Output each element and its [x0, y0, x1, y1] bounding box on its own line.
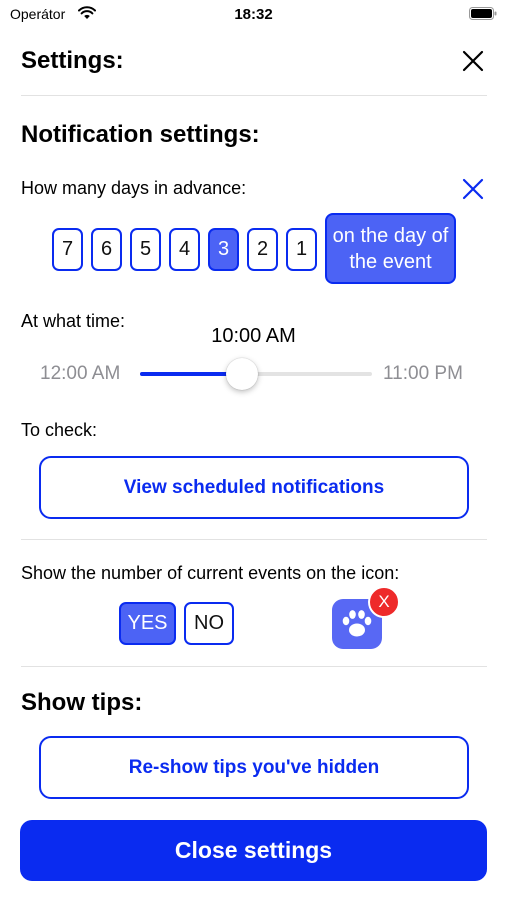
divider	[21, 666, 487, 667]
on-the-day-button[interactable]: on the day of the event	[325, 213, 456, 284]
notification-settings-heading: Notification settings:	[21, 121, 260, 148]
time-value: 10:00 AM	[211, 325, 296, 347]
day-option-5[interactable]: 5	[130, 228, 161, 271]
divider	[21, 539, 487, 540]
clear-days-icon[interactable]	[460, 176, 486, 202]
close-icon[interactable]	[458, 46, 488, 76]
status-time: 18:32	[234, 6, 273, 23]
close-settings-button[interactable]: Close settings	[20, 820, 487, 881]
battery-icon	[469, 7, 497, 20]
reshow-tips-button[interactable]: Re-show tips you've hidden	[39, 736, 469, 799]
day-option-4[interactable]: 4	[169, 228, 200, 271]
no-toggle[interactable]: NO	[184, 602, 234, 645]
page-title: Settings:	[21, 47, 124, 74]
days-advance-label: How many days in advance:	[21, 178, 247, 198]
day-option-6[interactable]: 6	[91, 228, 122, 271]
time-max-label: 11:00 PM	[383, 363, 463, 384]
slider-thumb[interactable]	[226, 358, 259, 390]
status-bar: Operátor 18:32	[0, 0, 507, 30]
badge-close-icon[interactable]: X	[368, 586, 400, 618]
day-option-7[interactable]: 7	[52, 228, 83, 271]
yes-toggle[interactable]: YES	[119, 602, 176, 645]
view-scheduled-notifications-button[interactable]: View scheduled notifications	[39, 456, 469, 519]
time-slider[interactable]	[140, 358, 372, 390]
day-option-1[interactable]: 1	[286, 228, 317, 271]
day-option-3[interactable]: 3	[208, 228, 239, 271]
show-tips-heading: Show tips:	[21, 689, 143, 716]
to-check-label: To check:	[21, 420, 98, 440]
day-option-2[interactable]: 2	[247, 228, 278, 271]
icon-badge-label: Show the number of current events on the…	[21, 563, 400, 583]
paw-icon	[342, 610, 372, 637]
time-min-label: 12:00 AM	[40, 363, 121, 384]
days-selector: 7 6 5 4 3 2 1	[52, 228, 317, 271]
divider	[21, 95, 487, 96]
